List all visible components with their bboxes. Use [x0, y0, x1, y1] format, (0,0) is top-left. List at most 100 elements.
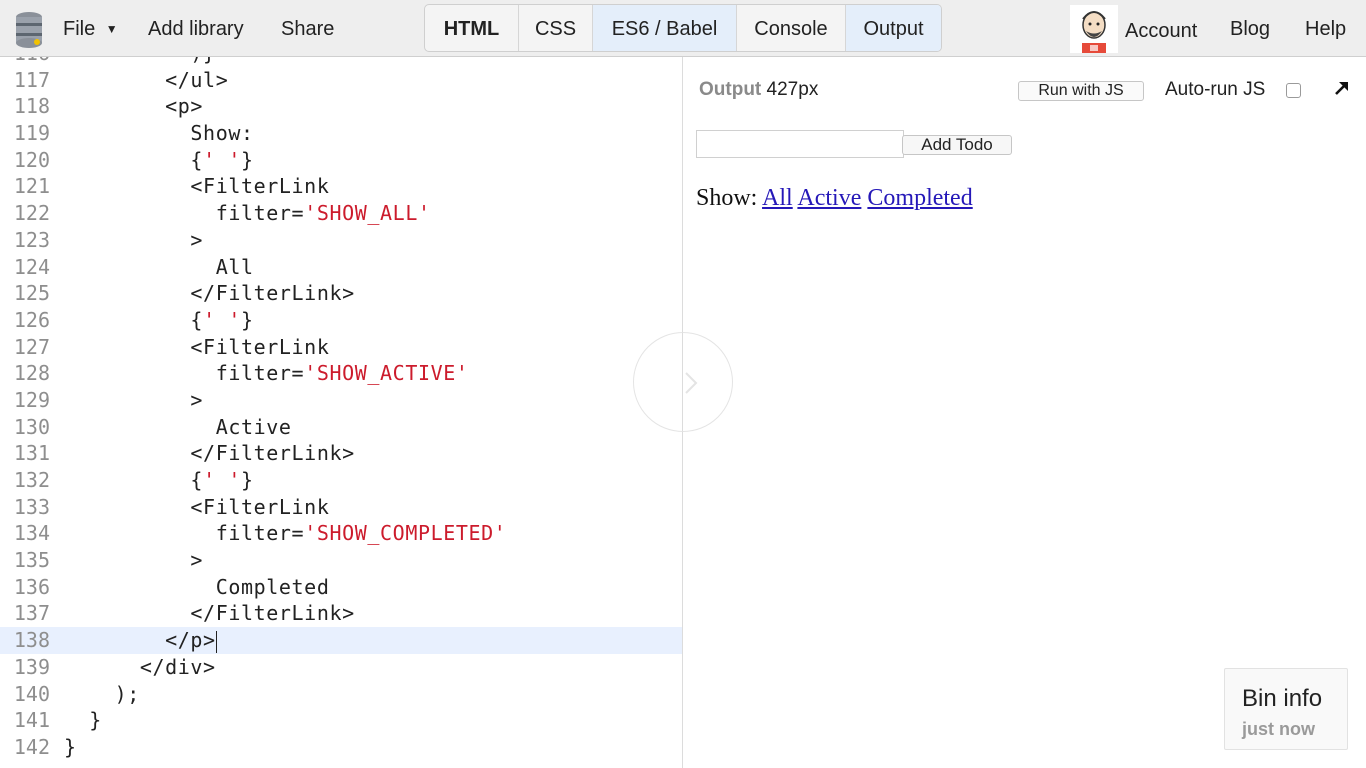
line-number: 119: [13, 121, 50, 146]
editor-line[interactable]: 122 filter='SHOW_ALL': [0, 200, 682, 227]
line-number: 123: [13, 227, 50, 252]
add-library-button[interactable]: Add library: [148, 0, 244, 57]
code-text: </p>: [64, 628, 217, 653]
output-panel: Output 427px Run with JS Auto-run JS Add…: [633, 57, 1366, 768]
editor-line[interactable]: 134 filter='SHOW_COMPLETED': [0, 520, 682, 547]
output-header: Output 427px: [699, 79, 818, 101]
line-number: 132: [13, 468, 50, 492]
tab-output[interactable]: Output: [846, 5, 941, 51]
filter-row: Show: All Active Completed: [696, 185, 973, 212]
filter-link-all[interactable]: All: [762, 185, 793, 211]
share-button[interactable]: Share: [281, 0, 334, 57]
line-number: 128: [13, 361, 50, 386]
code-text: >: [64, 387, 204, 412]
editor-line[interactable]: 117 </ul>: [0, 67, 682, 94]
account-link[interactable]: Account: [1125, 2, 1197, 59]
todo-input[interactable]: [696, 130, 904, 158]
line-number: 140: [13, 681, 50, 706]
editor-line[interactable]: 126 {' '}: [0, 307, 682, 334]
code-text: Active: [64, 414, 292, 439]
panel-tabs: HTML CSS ES6 / Babel Console Output: [424, 4, 942, 52]
bin-info-title: Bin info: [1242, 685, 1323, 712]
line-number: 121: [13, 174, 50, 199]
code-text: </div>: [64, 654, 216, 679]
run-with-js-button[interactable]: Run with JS: [1018, 81, 1144, 101]
editor-line[interactable]: 124 All: [0, 254, 682, 281]
code-text: )}: [64, 57, 216, 67]
code-text: Completed: [64, 574, 330, 599]
line-number: 137: [13, 601, 50, 626]
help-link[interactable]: Help: [1305, 0, 1346, 57]
editor-line[interactable]: 136 Completed: [0, 574, 682, 601]
autorun-checkbox[interactable]: [1286, 83, 1301, 98]
editor-line[interactable]: 132 {' '}: [0, 467, 682, 494]
code-text: <FilterLink: [64, 494, 330, 519]
code-text: All: [64, 254, 254, 279]
code-text: Show:: [64, 121, 254, 146]
editor-line[interactable]: 139 </div>: [0, 654, 682, 681]
jsbin-logo-icon[interactable]: [14, 11, 44, 49]
play-overlay-icon: [633, 332, 733, 432]
line-number: 141: [13, 708, 50, 733]
code-text: >: [64, 227, 204, 252]
code-text: );: [64, 681, 140, 706]
editor-line[interactable]: 121 <FilterLink: [0, 173, 682, 200]
code-text: </FilterLink>: [64, 281, 355, 306]
editor-line[interactable]: 141 }: [0, 707, 682, 734]
editor-line[interactable]: 127 <FilterLink: [0, 334, 682, 361]
editor-line[interactable]: 129 >: [0, 387, 682, 414]
tab-console[interactable]: Console: [737, 5, 846, 51]
file-menu-label: File: [63, 18, 96, 40]
output-label: Output: [699, 79, 762, 100]
editor-line[interactable]: 135 >: [0, 547, 682, 574]
tab-html[interactable]: HTML: [425, 5, 519, 51]
editor-line[interactable]: 120 {' '}: [0, 147, 682, 174]
line-number: 135: [13, 548, 50, 573]
filter-link-completed[interactable]: Completed: [867, 185, 972, 211]
editor-line[interactable]: 119 Show:: [0, 120, 682, 147]
line-number: 138: [13, 628, 50, 653]
line-number: 126: [13, 307, 50, 332]
editor-line[interactable]: 140 );: [0, 681, 682, 708]
code-text: {' '}: [64, 468, 254, 492]
line-number: 117: [13, 67, 50, 92]
file-menu[interactable]: File ▼: [63, 0, 118, 57]
editor-line[interactable]: 131 </FilterLink>: [0, 440, 682, 467]
line-number: 136: [13, 574, 50, 599]
popout-arrow-icon[interactable]: [1333, 79, 1351, 97]
code-text: <p>: [64, 94, 204, 119]
editor-line[interactable]: 142}: [0, 734, 682, 761]
editor-line[interactable]: 125 </FilterLink>: [0, 280, 682, 307]
show-label: Show:: [696, 185, 758, 211]
editor-lines: 116 )}117 </ul>118 <p>119 Show:120 {' '}…: [0, 57, 682, 761]
line-number: 129: [13, 387, 50, 412]
code-editor[interactable]: 116 )}117 </ul>118 <p>119 Show:120 {' '}…: [0, 57, 683, 768]
code-text: filter='SHOW_COMPLETED': [64, 521, 507, 546]
line-number: 130: [13, 414, 50, 439]
editor-line[interactable]: 130 Active: [0, 414, 682, 441]
editor-line[interactable]: 137 </FilterLink>: [0, 600, 682, 627]
line-number: 122: [13, 201, 50, 226]
text-cursor: [215, 630, 217, 653]
avatar[interactable]: [1070, 5, 1118, 53]
bin-info-panel[interactable]: Bin info just now: [1224, 668, 1348, 750]
editor-line[interactable]: 116 )}: [0, 57, 682, 67]
editor-line[interactable]: 128 filter='SHOW_ACTIVE': [0, 360, 682, 387]
code-text: filter='SHOW_ALL': [64, 201, 431, 226]
editor-line[interactable]: 133 <FilterLink: [0, 494, 682, 521]
code-text: filter='SHOW_ACTIVE': [64, 361, 469, 386]
code-text: }: [64, 708, 102, 733]
code-text: {' '}: [64, 147, 254, 172]
line-number: 116: [0, 57, 50, 67]
line-number: 142: [13, 734, 50, 759]
autorun-label: Auto-run JS: [1165, 79, 1266, 100]
add-todo-button[interactable]: Add Todo: [902, 135, 1012, 155]
editor-line[interactable]: 118 <p>: [0, 93, 682, 120]
blog-link[interactable]: Blog: [1230, 0, 1270, 57]
tab-es6-babel[interactable]: ES6 / Babel: [593, 5, 737, 51]
editor-line[interactable]: 123 >: [0, 227, 682, 254]
editor-line-active[interactable]: 138 </p>: [0, 627, 682, 654]
line-number: 139: [13, 654, 50, 679]
tab-css[interactable]: CSS: [519, 5, 593, 51]
filter-link-active[interactable]: Active: [797, 185, 861, 211]
